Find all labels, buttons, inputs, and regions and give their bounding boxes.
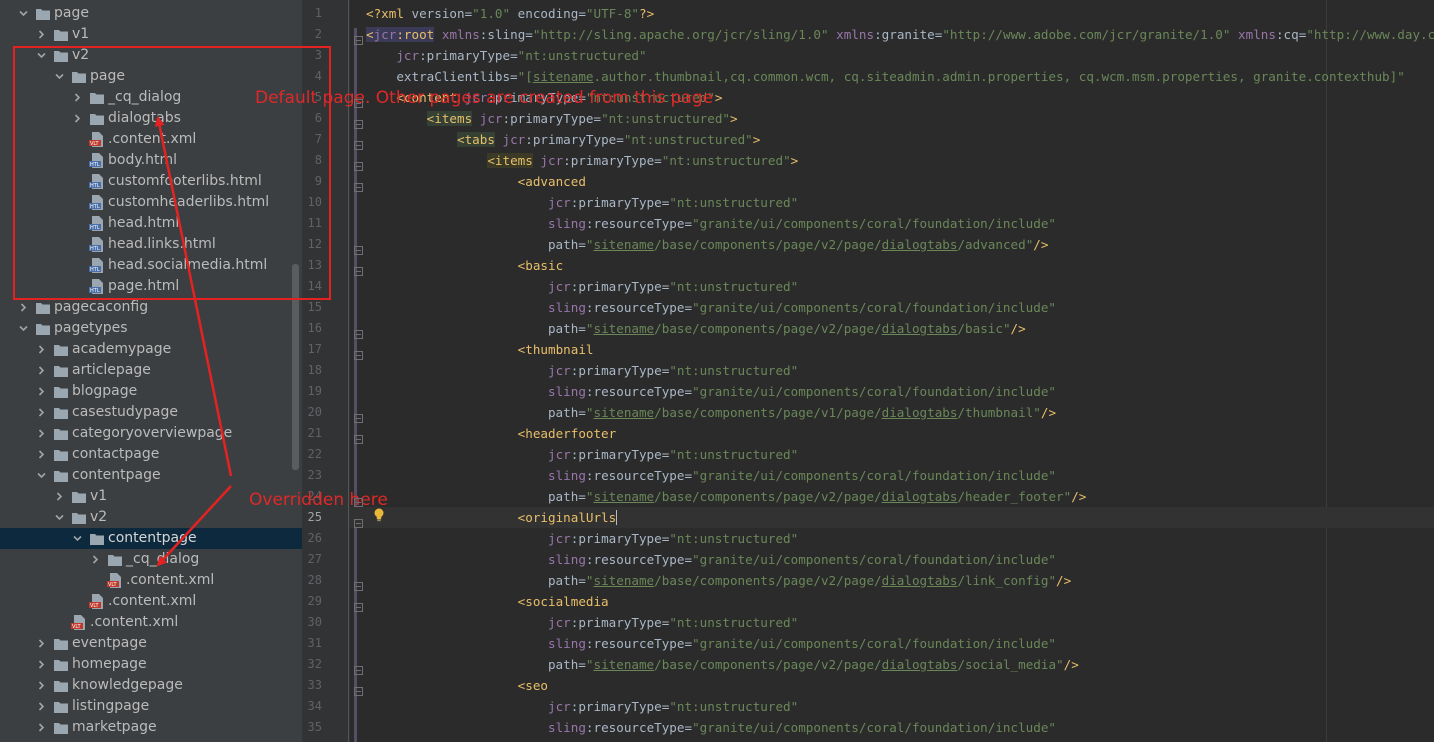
annotation-arrows (154, 116, 233, 567)
fold-marker-icon[interactable] (354, 345, 363, 360)
fold-marker-icon[interactable] (354, 681, 363, 696)
fold-marker-icon[interactable] (354, 240, 363, 255)
fold-marker-icon[interactable] (354, 93, 363, 108)
fold-marker-icon[interactable] (354, 492, 363, 507)
arrow-to-cq-dialog-default (154, 116, 233, 477)
fold-marker-icon[interactable] (354, 597, 363, 612)
fold-marker-icon[interactable] (354, 135, 363, 150)
fold-marker-icon[interactable] (354, 261, 363, 276)
fold-marker-icon[interactable] (354, 156, 363, 171)
fold-marker-icon[interactable] (354, 660, 363, 675)
arrow-to-cq-dialog-override (156, 485, 232, 567)
fold-marker-icon[interactable] (354, 30, 363, 45)
fold-marker-icon[interactable] (354, 324, 363, 339)
fold-marker-icon[interactable] (354, 114, 363, 129)
fold-marker-icon[interactable] (354, 513, 363, 528)
fold-marker-icon[interactable] (354, 408, 363, 423)
fold-marker-icon[interactable] (354, 576, 363, 591)
fold-marker-icon[interactable] (354, 429, 363, 444)
fold-marker-icon[interactable] (354, 177, 363, 192)
